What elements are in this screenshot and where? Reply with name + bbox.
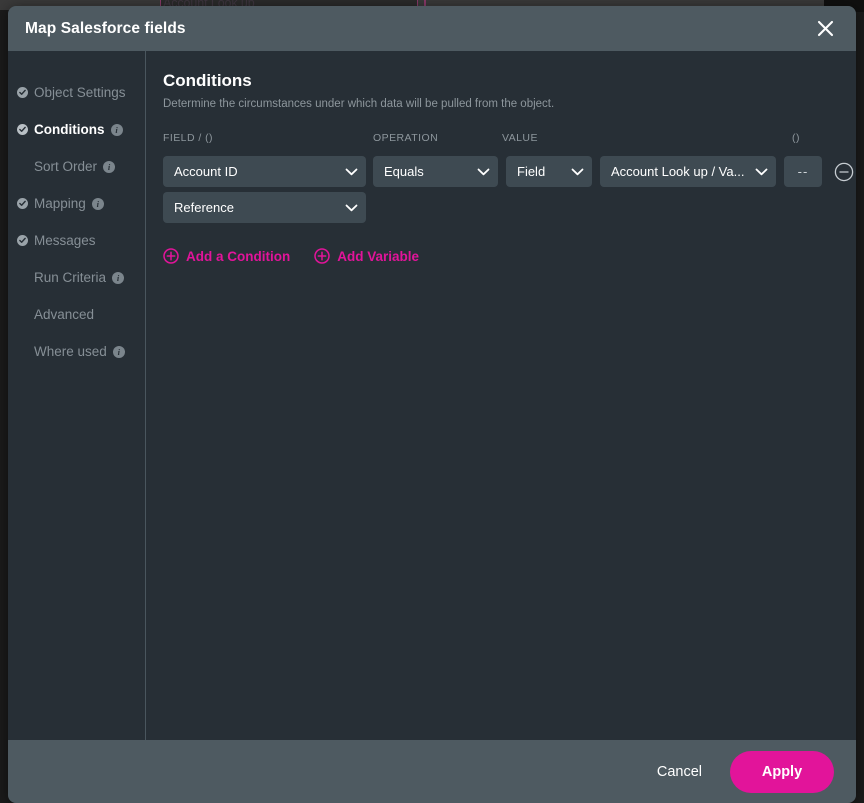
- circle-plus-icon: [163, 248, 179, 264]
- add-condition-button[interactable]: Add a Condition: [163, 248, 290, 264]
- close-icon[interactable]: [812, 16, 838, 42]
- field-type-select-value: Reference: [174, 200, 234, 215]
- page-title: Conditions: [163, 71, 838, 91]
- info-icon[interactable]: i: [103, 161, 115, 173]
- sidebar-item-label: Run Criteria: [34, 270, 106, 285]
- sidebar-item-label: Where used: [34, 344, 107, 359]
- conditions-column-headers: FIELD / () OPERATION VALUE (): [163, 132, 838, 150]
- value-target-select[interactable]: Account Look up / Va...: [600, 156, 776, 187]
- chevron-down-icon: [571, 168, 584, 176]
- info-icon[interactable]: i: [92, 198, 104, 210]
- condition-row: Account ID Equals Field: [163, 156, 838, 188]
- field-select-value: Account ID: [174, 164, 238, 179]
- sidebar-item-object-settings[interactable]: Object Settings: [8, 74, 145, 111]
- condition-row-subtype: Reference: [163, 192, 838, 224]
- column-header-paren: (): [792, 132, 800, 144]
- chevron-down-icon: [345, 168, 358, 176]
- conditions-panel: Conditions Determine the circumstances u…: [146, 51, 856, 740]
- info-icon[interactable]: i: [111, 124, 123, 136]
- value-type-select[interactable]: Field: [506, 156, 592, 187]
- circle-minus-icon[interactable]: [834, 162, 854, 182]
- column-header-operation: OPERATION: [373, 132, 438, 144]
- cancel-button[interactable]: Cancel: [637, 754, 722, 790]
- sidebar-item-conditions[interactable]: Conditions i: [8, 111, 145, 148]
- column-header-field: FIELD / (): [163, 132, 213, 144]
- dialog-header: Map Salesforce fields: [8, 6, 856, 51]
- sidebar-item-advanced[interactable]: Advanced: [8, 296, 145, 333]
- add-variable-button[interactable]: Add Variable: [314, 248, 419, 264]
- sidebar-item-label: Sort Order: [34, 159, 97, 174]
- page-subtitle: Determine the circumstances under which …: [163, 98, 838, 110]
- sidebar-item-label: Messages: [34, 233, 96, 248]
- info-icon[interactable]: i: [113, 346, 125, 358]
- sidebar-item-label: Conditions: [34, 122, 105, 137]
- dialog-footer: Cancel Apply: [8, 740, 856, 803]
- field-type-select[interactable]: Reference: [163, 192, 366, 223]
- sidebar-item-messages[interactable]: Messages: [8, 222, 145, 259]
- chevron-down-icon: [477, 168, 490, 176]
- sidebar-item-mapping[interactable]: Mapping i: [8, 185, 145, 222]
- condition-actions: Add a Condition Add Variable: [163, 248, 838, 264]
- sidebar-item-sort-order[interactable]: Sort Order i: [8, 148, 145, 185]
- dialog-sidebar: Object Settings Conditions i Sort Order …: [8, 51, 146, 740]
- chevron-down-icon: [345, 204, 358, 212]
- paren-button[interactable]: --: [784, 156, 822, 187]
- field-select[interactable]: Account ID: [163, 156, 366, 187]
- add-condition-label: Add a Condition: [186, 249, 290, 264]
- check-circle-icon: [17, 124, 28, 135]
- check-circle-icon: [17, 235, 28, 246]
- sidebar-item-where-used[interactable]: Where used i: [8, 333, 145, 370]
- check-circle-icon: [17, 198, 28, 209]
- sidebar-item-label: Mapping: [34, 196, 86, 211]
- sidebar-item-run-criteria[interactable]: Run Criteria i: [8, 259, 145, 296]
- add-variable-label: Add Variable: [337, 249, 419, 264]
- operation-select-value: Equals: [384, 164, 424, 179]
- map-salesforce-fields-dialog: Map Salesforce fields Object Settings Co…: [8, 6, 856, 803]
- dialog-title: Map Salesforce fields: [25, 20, 186, 38]
- chevron-down-icon: [755, 168, 768, 176]
- apply-button[interactable]: Apply: [730, 751, 834, 793]
- check-circle-icon: [17, 87, 28, 98]
- column-header-value: VALUE: [502, 132, 538, 144]
- operation-select[interactable]: Equals: [373, 156, 498, 187]
- sidebar-item-label: Object Settings: [34, 85, 126, 100]
- value-type-select-value: Field: [517, 164, 545, 179]
- value-target-select-value: Account Look up / Va...: [611, 164, 744, 179]
- info-icon[interactable]: i: [112, 272, 124, 284]
- dialog-body: Object Settings Conditions i Sort Order …: [8, 51, 856, 740]
- circle-plus-icon: [314, 248, 330, 264]
- sidebar-item-label: Advanced: [34, 307, 94, 322]
